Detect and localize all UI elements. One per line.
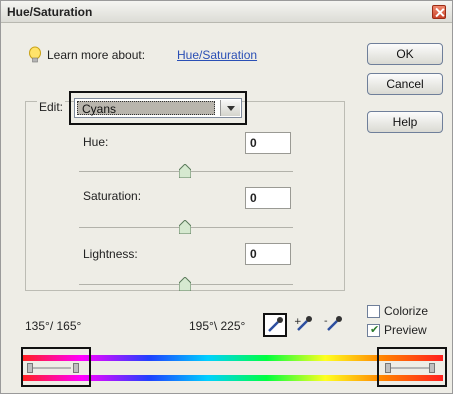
eyedropper-plus-icon: +: [294, 316, 312, 331]
eyedropper-button[interactable]: [263, 313, 287, 337]
range-left-values: 135°/ 165°: [25, 319, 82, 333]
close-button[interactable]: [432, 5, 446, 19]
preview-label: Preview: [384, 323, 427, 337]
cancel-button[interactable]: Cancel: [367, 73, 443, 95]
saturation-slider-thumb[interactable]: [179, 220, 191, 234]
saturation-label: Saturation:: [83, 189, 142, 203]
saturation-input[interactable]: 0: [245, 187, 291, 209]
colorize-checkbox-box[interactable]: [367, 305, 380, 318]
preview-checkbox-box[interactable]: ✔: [367, 324, 380, 337]
check-icon: ✔: [370, 324, 380, 336]
edit-label: Edit:: [37, 100, 66, 114]
learn-more-label: Learn more about:: [47, 48, 146, 62]
edit-select-highlight: [69, 91, 247, 125]
eyedropper-minus-icon: -: [324, 316, 342, 331]
help-button[interactable]: Help: [367, 111, 443, 133]
edit-group-box: [25, 101, 345, 291]
lightbulb-icon: [29, 46, 41, 63]
svg-text:-: -: [324, 316, 328, 327]
window-title: Hue/Saturation: [7, 5, 93, 19]
eyedropper-minus-button[interactable]: -: [323, 313, 347, 337]
hue-input[interactable]: 0: [245, 132, 291, 154]
range-right-highlight: [377, 347, 447, 387]
title-bar[interactable]: Hue/Saturation: [1, 1, 452, 23]
hue-saturation-dialog: Hue/Saturation Learn more about: Hue/Sat…: [0, 0, 453, 394]
lightness-input[interactable]: 0: [245, 243, 291, 265]
learn-more-link[interactable]: Hue/Saturation: [177, 48, 257, 62]
lightness-label: Lightness:: [83, 247, 138, 261]
range-right-values: 195°\ 225°: [189, 319, 246, 333]
eyedropper-plus-button[interactable]: +: [293, 313, 317, 337]
lightness-slider-thumb[interactable]: [179, 277, 191, 291]
svg-text:+: +: [294, 317, 302, 327]
range-left-highlight: [21, 347, 91, 387]
ok-button[interactable]: OK: [367, 43, 443, 65]
hue-slider-thumb[interactable]: [179, 164, 191, 178]
hue-label: Hue:: [83, 135, 109, 149]
colorize-label: Colorize: [384, 304, 429, 318]
eyedropper-icon: [268, 317, 283, 332]
